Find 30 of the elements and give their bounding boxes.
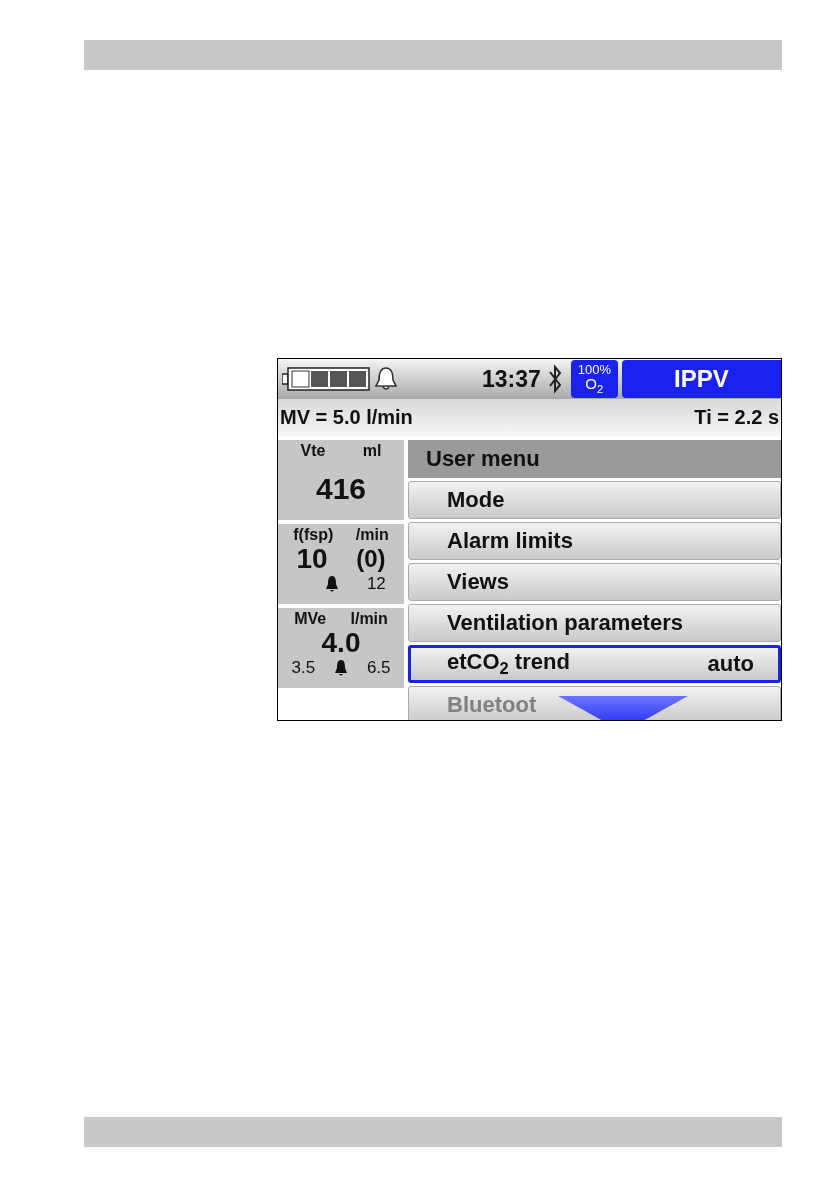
inspiration-time-setting: Ti = 2.2 s [694,406,779,429]
tile-value: 4.0 [321,628,361,658]
menu-item[interactable]: Mode [408,481,781,519]
tile-label: MVe [294,610,327,628]
tile-unit: ml [362,442,382,460]
bell-icon [334,660,348,676]
scroll-down-arrow-icon[interactable] [558,696,688,720]
tile-label: f(fsp) [293,526,334,544]
tile-value: 10 [296,544,328,574]
alarm-high-limit: 6.5 [366,658,391,678]
bell-icon [374,366,398,392]
tile-unit: /min [355,526,389,544]
tile-unit: l/min [350,610,388,628]
minute-volume-setting: MV = 5.0 l/min [280,406,413,429]
bluetooth-icon [546,364,563,394]
oxygen-badge: 100% O$_{2}$ [570,360,618,398]
clock-time: 13:37 [482,365,541,393]
battery-icon [282,367,370,391]
bell-icon [324,576,339,592]
menu-item[interactable]: Ventilation parameters [408,604,781,642]
menu-item[interactable]: Views [408,563,781,601]
alarm-low-limit: 3.5 [291,658,316,678]
mode-badge: IPPV [621,360,781,398]
menu-item[interactable]: Alarm limits [408,522,781,560]
spontaneous-value: (0) [356,544,386,574]
alarm-high-limit: 12 [366,574,386,594]
tile-label: Vte [300,442,326,460]
tile-value: 416 [315,474,367,504]
menu-item[interactable]: etCO$_{2}$ trend auto [408,645,781,683]
menu-title: User menu [426,446,540,472]
